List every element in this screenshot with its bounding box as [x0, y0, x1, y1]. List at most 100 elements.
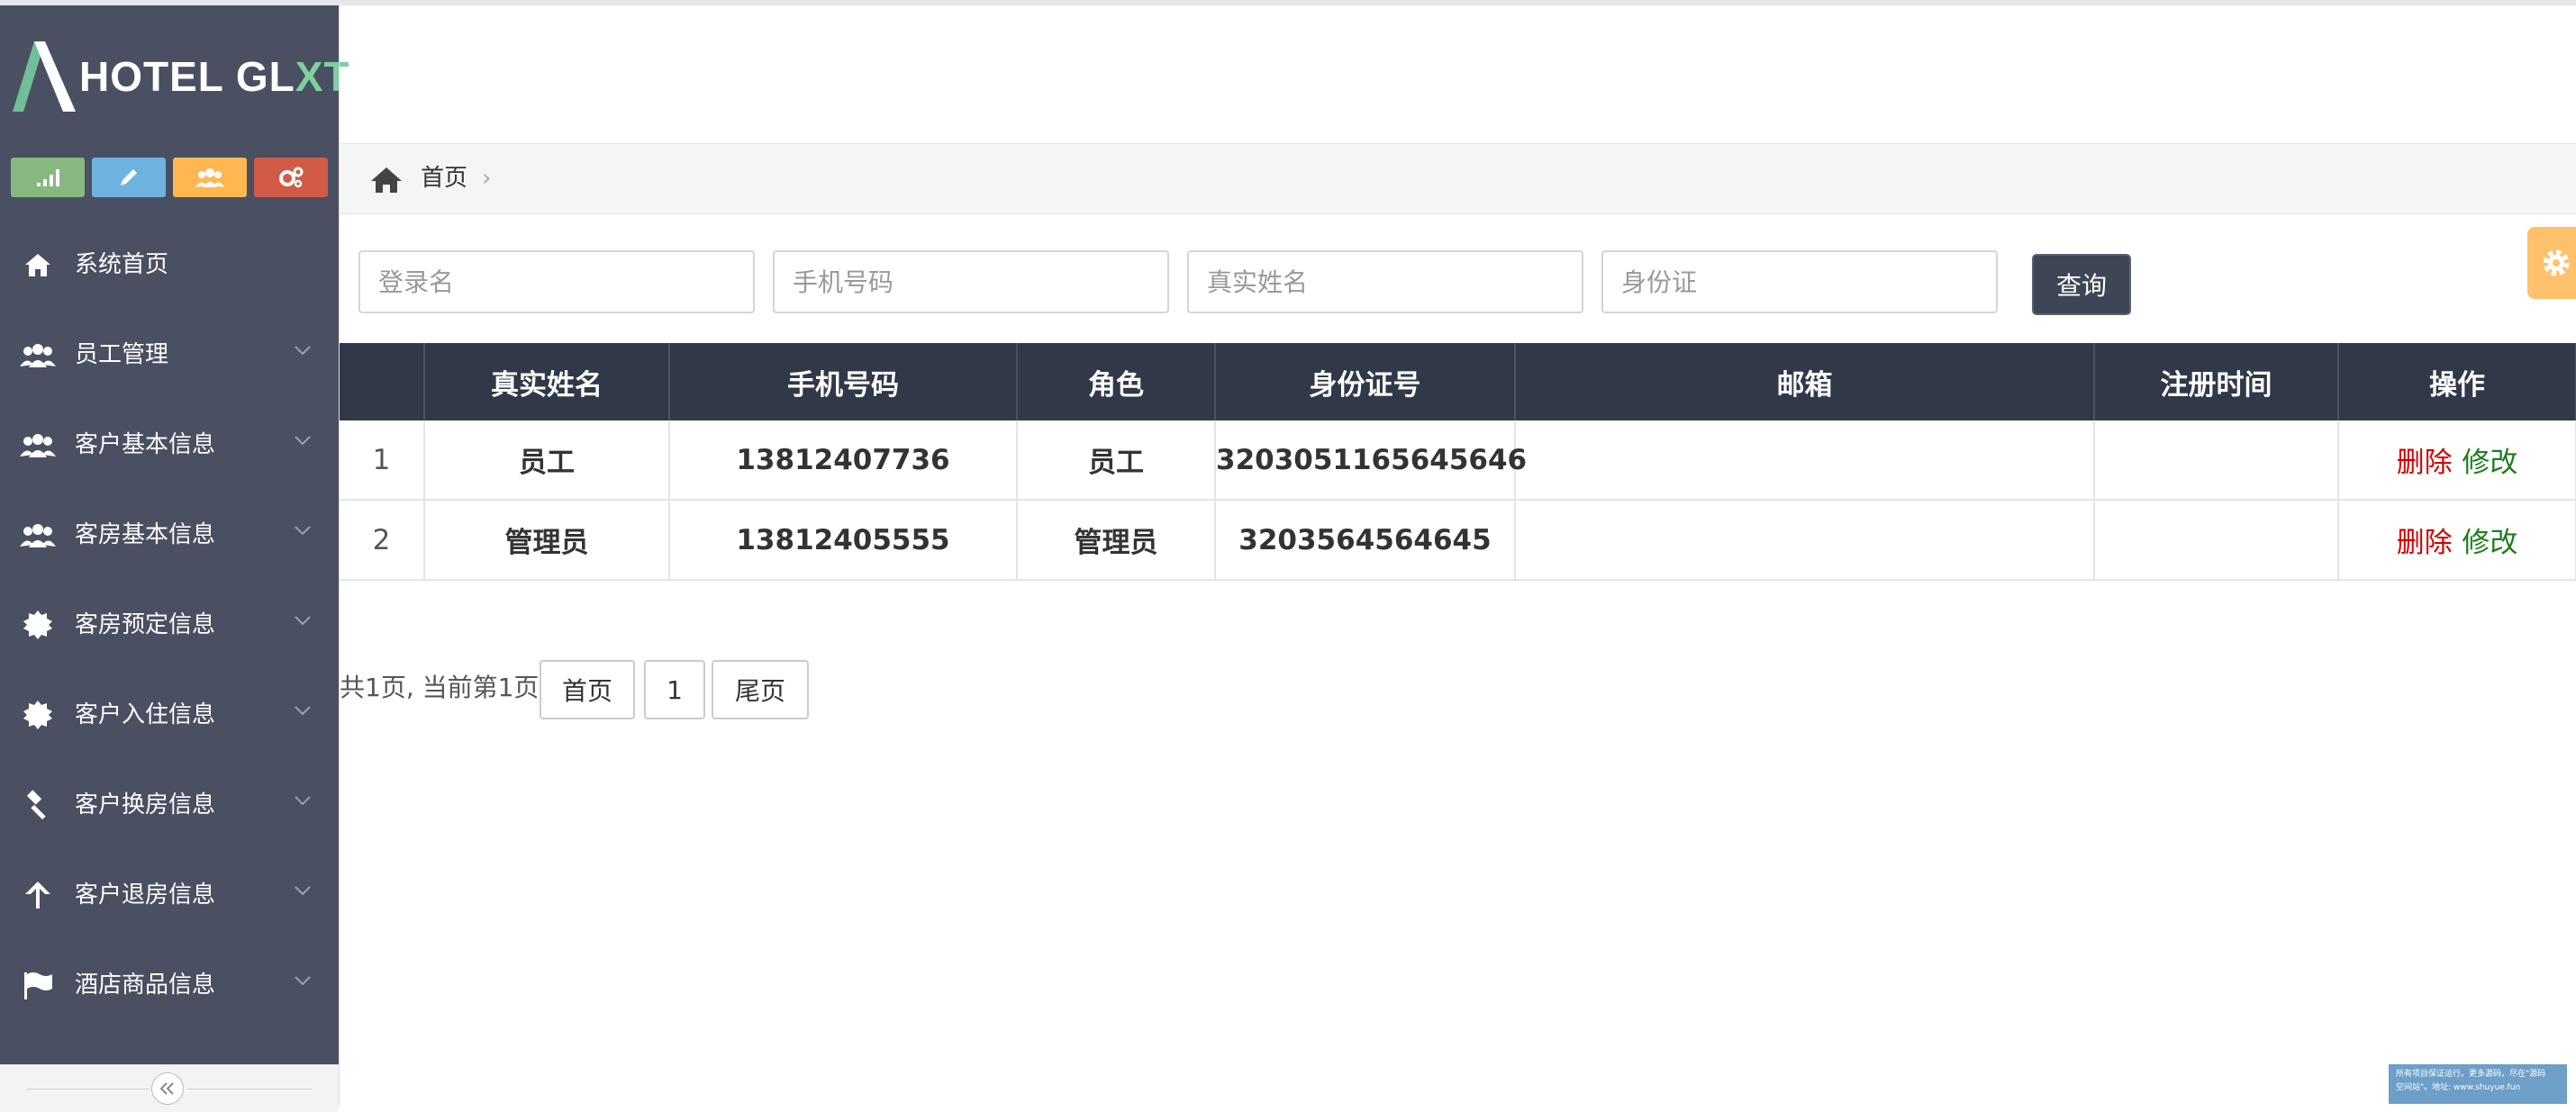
table-header-row: 真实姓名 手机号码 角色 身份证号 邮箱 注册时间 操作: [340, 343, 2576, 420]
chevron-down-icon: [295, 346, 311, 356]
sidebar-item-label: 客房基本信息: [75, 521, 216, 548]
double-chevron-left-icon: [159, 1082, 174, 1095]
cell-registered: [2094, 500, 2339, 581]
sidebar-collapse-bar: [0, 1064, 339, 1112]
badge-icon: [20, 699, 56, 731]
delete-link[interactable]: 删除: [2397, 447, 2453, 479]
cell-actions: 删除 修改: [2338, 500, 2576, 581]
sidebar-item-label: 客房预定信息: [75, 611, 216, 638]
column-header-registered: 注册时间: [2094, 343, 2339, 420]
column-header-actions: 操作: [2338, 343, 2576, 420]
home-icon: [371, 167, 402, 193]
gavel-icon: [20, 789, 56, 821]
watermark-line: 所有项目保证运行。更多源码，尽在"源码: [2396, 1070, 2546, 1079]
column-header-role: 角色: [1017, 343, 1216, 420]
phone-input[interactable]: [773, 250, 1169, 313]
edit-link[interactable]: 修改: [2462, 447, 2517, 479]
id-card-input[interactable]: [1601, 250, 1998, 313]
arrow-up-icon: [20, 879, 56, 911]
chevron-down-icon: [295, 706, 311, 716]
cell-email: [1515, 500, 2095, 581]
chevron-down-icon: [295, 796, 311, 806]
cell-role: 员工: [1017, 420, 1216, 501]
login-name-input[interactable]: [358, 250, 755, 313]
breadcrumb-home-link[interactable]: 首页: [421, 144, 467, 213]
chevron-down-icon: [295, 616, 311, 626]
flag-icon: [20, 969, 56, 1001]
pencil-icon: [121, 169, 137, 185]
sidebar-item-room-change[interactable]: 客户换房信息: [0, 760, 339, 850]
first-page-button[interactable]: 首页: [540, 660, 635, 719]
sidebar-item-customers[interactable]: 客户基本信息: [0, 400, 339, 490]
sidebar-item-checkin[interactable]: 客户入住信息: [0, 670, 339, 760]
users-icon: [195, 168, 224, 187]
sidebar-item-staff[interactable]: 员工管理: [0, 310, 339, 400]
chevron-down-icon: [295, 976, 311, 986]
column-header-index: [340, 343, 425, 420]
sidebar-item-label: 客户入住信息: [75, 701, 216, 728]
column-header-email: 邮箱: [1515, 343, 2095, 420]
sidebar-item-label: 客户退房信息: [75, 881, 216, 909]
sidebar: HOTEL GLXT 系统首页 员工管理 客户基本信息 客房基本信息 客房预定信…: [0, 5, 349, 1112]
table-row: 1 员工 13812407736 员工 3203051165645646 删除 …: [340, 420, 2576, 501]
edit-shortcut-button[interactable]: [92, 158, 166, 197]
sidebar-item-checkout[interactable]: 客户退房信息: [0, 850, 339, 940]
users-shortcut-button[interactable]: [173, 158, 247, 197]
sidebar-item-rooms[interactable]: 客房基本信息: [0, 490, 339, 580]
gear-icon: [2543, 249, 2570, 276]
users-icon: [20, 339, 56, 371]
cell-phone: 13812407736: [669, 420, 1018, 501]
cell-name: 管理员: [424, 500, 670, 581]
watermark-banner: 所有项目保证运行。更多源码，尽在"源码 空间站"。地址: www.shuyue.…: [2389, 1064, 2567, 1104]
page-number-button[interactable]: 1: [644, 660, 705, 719]
users-icon: [20, 519, 56, 551]
sidebar-item-label: 系统首页: [75, 251, 169, 278]
chevron-down-icon: [295, 436, 311, 446]
home-icon: [20, 249, 56, 281]
real-name-input[interactable]: [1187, 250, 1583, 313]
cell-name: 员工: [424, 420, 670, 501]
column-header-name: 真实姓名: [424, 343, 670, 420]
cell-email: [1515, 420, 2095, 501]
search-button[interactable]: 查询: [2032, 254, 2131, 315]
cell-idcard: 3203564564645: [1215, 500, 1516, 581]
cell-role: 管理员: [1017, 500, 1216, 581]
pagination-info: 共1页, 当前第1页: [340, 673, 540, 702]
sidebar-item-dashboard[interactable]: 系统首页: [0, 220, 339, 310]
settings-toggle[interactable]: [2527, 227, 2576, 299]
delete-link[interactable]: 删除: [2397, 527, 2453, 559]
chevron-down-icon: [295, 526, 311, 536]
chevron-down-icon: [295, 886, 311, 896]
brand-name: HOTEL GLXT: [79, 53, 350, 100]
column-header-phone: 手机号码: [669, 343, 1018, 420]
settings-shortcut-button[interactable]: [254, 158, 328, 197]
collapse-sidebar-button[interactable]: [151, 1072, 184, 1105]
column-header-idcard: 身份证号: [1215, 343, 1516, 420]
users-icon: [20, 429, 56, 461]
staff-table: 真实姓名 手机号码 角色 身份证号 邮箱 注册时间 操作 1 员工 138124…: [340, 343, 2576, 581]
sidebar-item-label: 员工管理: [75, 341, 169, 368]
badge-icon: [20, 609, 56, 641]
signal-icon: [37, 169, 59, 186]
last-page-button[interactable]: 尾页: [712, 660, 809, 719]
row-index: 1: [340, 420, 425, 501]
sidebar-item-label: 客户换房信息: [75, 791, 216, 818]
cogs-icon: [279, 167, 304, 188]
edit-link[interactable]: 修改: [2462, 527, 2517, 559]
watermark-line: 空间站"。地址: www.shuyue.fun: [2396, 1083, 2521, 1092]
sidebar-item-reservations[interactable]: 客房预定信息: [0, 580, 339, 670]
logo-mark-icon: [13, 41, 76, 112]
cell-actions: 删除 修改: [2338, 420, 2576, 501]
row-index: 2: [340, 500, 425, 581]
breadcrumb: 首页 ›: [340, 143, 2576, 214]
cell-registered: [2094, 420, 2339, 501]
sidebar-item-label: 客户基本信息: [75, 431, 216, 458]
cell-idcard: 3203051165645646: [1215, 420, 1527, 501]
sidebar-menu: 系统首页 员工管理 客户基本信息 客房基本信息 客房预定信息 客户入住信息 客户…: [0, 220, 339, 1057]
sidebar-item-label: 酒店商品信息: [75, 972, 216, 999]
stats-shortcut-button[interactable]: [11, 158, 85, 197]
breadcrumb-separator: ›: [482, 165, 492, 192]
sidebar-item-goods[interactable]: 酒店商品信息: [0, 940, 339, 1030]
table-row: 2 管理员 13812405555 管理员 3203564564645 删除 修…: [340, 500, 2576, 581]
brand-logo[interactable]: HOTEL GLXT: [0, 5, 349, 140]
